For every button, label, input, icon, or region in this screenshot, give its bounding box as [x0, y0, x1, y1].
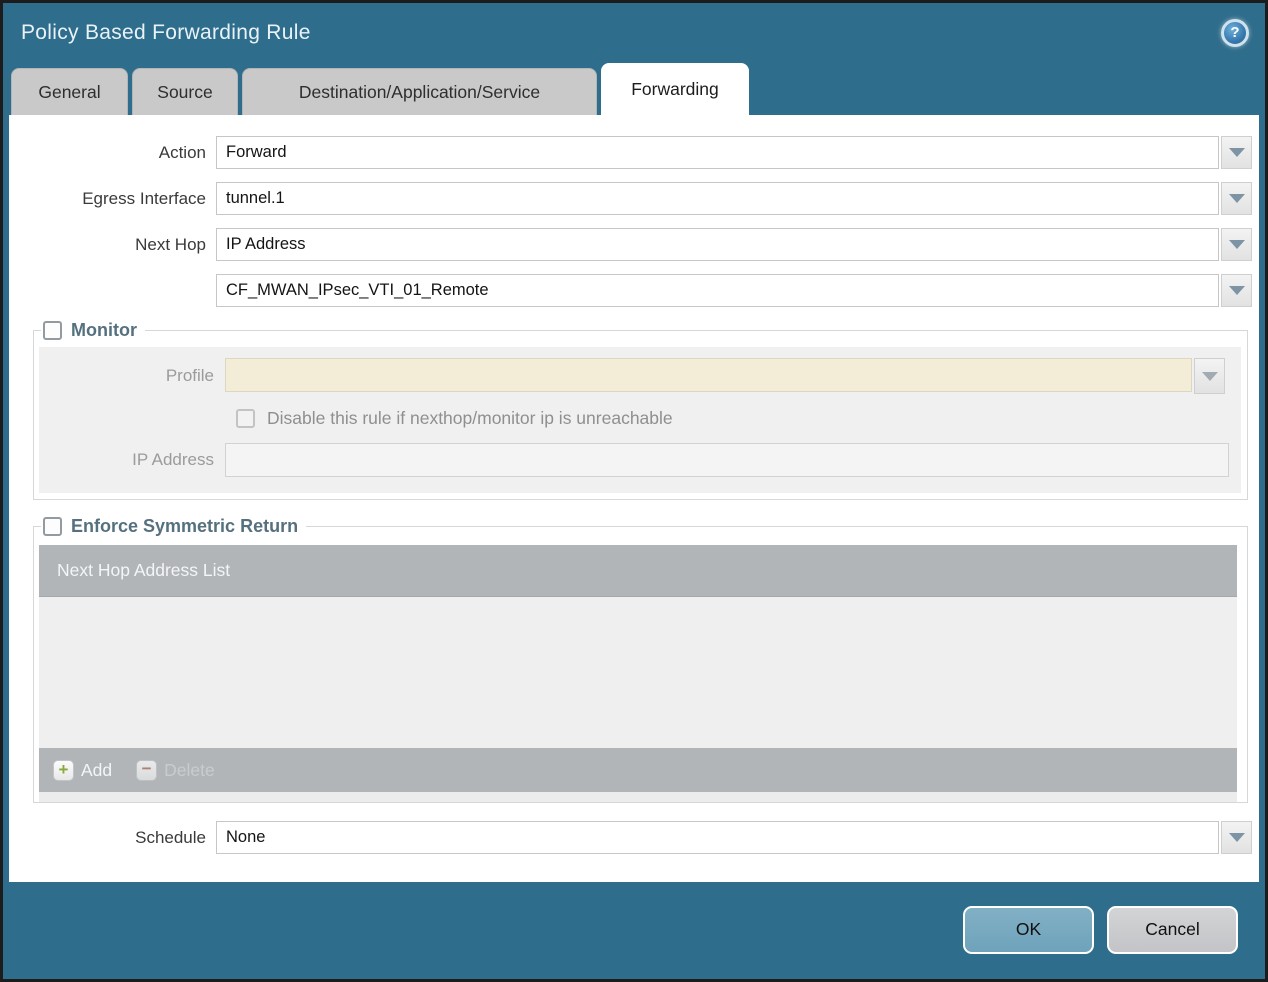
- next-hop-type-input[interactable]: [216, 228, 1219, 261]
- dialog-footer: OK Cancel: [3, 882, 1265, 977]
- schedule-input[interactable]: [216, 821, 1219, 854]
- monitor-ip-address-input: [225, 443, 1229, 477]
- action-dropdown-button[interactable]: [1221, 136, 1252, 169]
- monitor-checkbox[interactable]: [43, 321, 62, 340]
- plus-icon: +: [53, 759, 74, 781]
- egress-interface-dropdown-button[interactable]: [1221, 182, 1252, 215]
- profile-label: Profile: [165, 366, 214, 385]
- tab-bar: General Source Destination/Application/S…: [3, 62, 1265, 115]
- next-hop-address-combo: [216, 274, 1252, 307]
- action-combo: [216, 136, 1252, 169]
- next-hop-address-list-body[interactable]: [39, 597, 1237, 748]
- tab-source[interactable]: Source: [132, 68, 238, 115]
- minus-icon: −: [136, 759, 158, 781]
- delete-button: − Delete: [136, 759, 215, 781]
- action-row: Action: [9, 136, 1252, 169]
- next-hop-address-dropdown-button[interactable]: [1221, 274, 1252, 307]
- egress-interface-label: Egress Interface: [82, 188, 206, 208]
- tab-forwarding[interactable]: Forwarding: [601, 63, 749, 115]
- profile-field: [225, 358, 1192, 392]
- add-button-label: Add: [81, 759, 113, 780]
- next-hop-address-list-toolbar: + Add − Delete: [39, 748, 1237, 792]
- next-hop-address-list: Next Hop Address List + Add − Delete: [39, 545, 1237, 802]
- next-hop-label: Next Hop: [135, 234, 206, 254]
- schedule-dropdown-button[interactable]: [1221, 821, 1252, 854]
- dialog-title: Policy Based Forwarding Rule: [21, 20, 311, 44]
- chevron-down-icon: [1228, 833, 1245, 842]
- cancel-button[interactable]: Cancel: [1107, 905, 1238, 954]
- chevron-down-icon: [1228, 148, 1245, 157]
- profile-row: Profile: [39, 358, 1241, 394]
- next-hop-address-input[interactable]: [216, 274, 1219, 307]
- monitor-legend: Monitor: [41, 320, 145, 341]
- egress-interface-row: Egress Interface: [9, 182, 1252, 215]
- profile-combo: [225, 358, 1225, 394]
- chevron-down-icon: [1228, 194, 1245, 203]
- dialog-titlebar: Policy Based Forwarding Rule ?: [3, 3, 1265, 62]
- next-hop-type-combo: [216, 228, 1252, 261]
- next-hop-address-row: [9, 274, 1252, 307]
- monitor-section: Monitor Profile Disable this rule if nex…: [33, 320, 1248, 500]
- chevron-down-icon: [1228, 240, 1245, 249]
- ok-button[interactable]: OK: [963, 905, 1094, 954]
- symmetric-return-legend: Enforce Symmetric Return: [41, 516, 306, 537]
- symmetric-return-checkbox[interactable]: [43, 517, 62, 536]
- delete-button-label: Delete: [164, 759, 215, 780]
- chevron-down-icon: [1228, 286, 1245, 295]
- monitor-title: Monitor: [71, 320, 137, 340]
- disable-rule-row: Disable this rule if nexthop/monitor ip …: [39, 408, 1241, 429]
- disable-rule-label: Disable this rule if nexthop/monitor ip …: [267, 408, 673, 428]
- monitor-ip-address-row: IP Address: [39, 443, 1241, 477]
- action-label: Action: [158, 142, 206, 162]
- egress-interface-input[interactable]: [216, 182, 1219, 215]
- symmetric-return-section: Enforce Symmetric Return Next Hop Addres…: [33, 516, 1248, 803]
- add-button[interactable]: + Add: [53, 759, 113, 781]
- forwarding-tab-panel: Action Egress Interface Next Hop: [9, 115, 1259, 882]
- monitor-panel: Profile Disable this rule if nexthop/mon…: [39, 347, 1241, 493]
- schedule-combo: [216, 821, 1252, 854]
- egress-interface-combo: [216, 182, 1252, 215]
- disable-rule-checkbox: [236, 409, 255, 428]
- next-hop-address-list-header: Next Hop Address List: [39, 545, 1237, 597]
- next-hop-row: Next Hop: [9, 228, 1252, 261]
- next-hop-type-dropdown-button[interactable]: [1221, 228, 1252, 261]
- list-bottom-strip: [39, 792, 1237, 802]
- tab-destination-application-service[interactable]: Destination/Application/Service: [242, 68, 597, 115]
- profile-dropdown-button: [1194, 358, 1225, 394]
- chevron-down-icon: [1201, 371, 1218, 381]
- help-icon[interactable]: ?: [1221, 18, 1249, 47]
- monitor-ip-address-label: IP Address: [132, 450, 214, 469]
- action-input[interactable]: [216, 136, 1219, 169]
- symmetric-return-title: Enforce Symmetric Return: [71, 516, 299, 536]
- tab-general[interactable]: General: [11, 68, 128, 115]
- schedule-row: Schedule: [9, 821, 1252, 854]
- schedule-label: Schedule: [135, 827, 206, 847]
